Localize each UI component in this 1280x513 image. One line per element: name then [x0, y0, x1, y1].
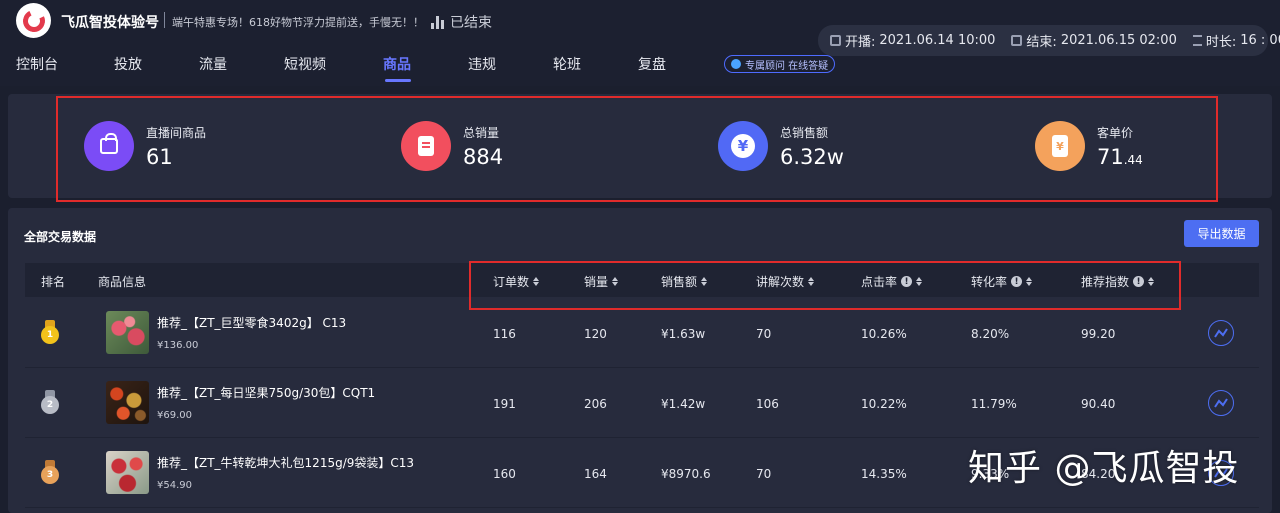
active-tab-indicator: [385, 79, 411, 82]
brand-logo-icon[interactable]: [16, 3, 51, 38]
product-price: ¥54.90: [157, 480, 192, 491]
product-thumbnail[interactable]: [106, 451, 149, 494]
explains-value: 70: [756, 467, 772, 481]
advisor-label: 专属顾问 在线答疑: [745, 60, 829, 72]
tab-shifts[interactable]: 轮班: [553, 54, 581, 74]
col-rank: 排名: [41, 275, 66, 289]
start-label: 开播:: [845, 35, 876, 50]
highlight-box: [56, 96, 1218, 202]
explains-value: 70: [756, 327, 772, 341]
calendar-icon: [830, 35, 841, 46]
revenue-value: ¥1.42w: [661, 397, 706, 411]
product-name[interactable]: 推荐_【ZT_每日坚果750g/30包】CQT1: [157, 384, 375, 401]
account-name: 飞瓜智投体验号: [61, 15, 159, 31]
ctr-value: 10.26%: [861, 327, 907, 341]
duration-value: 16 : 00: [1240, 33, 1280, 48]
duration-label: 时长:: [1205, 35, 1237, 50]
calendar-icon: [1011, 35, 1023, 46]
explains-value: 106: [756, 397, 779, 411]
chat-icon: [731, 59, 741, 69]
tab-ads[interactable]: 投放: [114, 54, 142, 74]
live-title: 端午特惠专场！618好物节浮力提前送，手慢无！！: [172, 16, 424, 29]
trend-chart-icon[interactable]: [1208, 390, 1234, 416]
main-nav: 控制台 投放 流量 短视频 商品 违规 轮班 复盘: [0, 52, 840, 86]
sales-value: 164: [584, 467, 607, 481]
bar-chart-icon: [431, 15, 444, 29]
hourglass-icon: [1192, 35, 1202, 46]
live-status-text: 已结束: [450, 15, 492, 31]
tab-console[interactable]: 控制台: [16, 54, 58, 74]
sales-value: 120: [584, 327, 607, 341]
bronze-medal-icon: 3: [41, 460, 59, 484]
cvr-value: 11.79%: [971, 397, 1017, 411]
score-value: 90.40: [1081, 397, 1116, 411]
gold-medal-icon: 1: [41, 320, 59, 344]
tab-violations[interactable]: 违规: [468, 54, 496, 74]
product-name[interactable]: 推荐_【ZT_巨型零食3402g】 C13: [157, 314, 346, 331]
end-time: 2021.06.15 02:00: [1060, 33, 1177, 48]
export-button[interactable]: 导出数据: [1184, 220, 1259, 247]
product-price: ¥136.00: [157, 340, 199, 351]
table-row[interactable]: 1 推荐_【ZT_巨型零食3402g】 C13 ¥136.00 116 120 …: [25, 298, 1259, 368]
product-name[interactable]: 推荐_【ZT_牛转乾坤大礼包1215g/9袋装】C13: [157, 454, 414, 471]
live-status: 已结束: [431, 12, 492, 32]
tab-short-video[interactable]: 短视频: [284, 54, 326, 74]
advisor-button[interactable]: 专属顾问 在线答疑: [724, 55, 836, 73]
live-time-info: 开播: 2021.06.14 10:00 结束: 2021.06.15 02:00 …: [818, 25, 1280, 56]
score-value: 99.20: [1081, 327, 1116, 341]
orders-value: 191: [493, 397, 516, 411]
product-thumbnail[interactable]: [106, 311, 149, 354]
orders-value: 160: [493, 467, 516, 481]
revenue-value: ¥8970.6: [661, 467, 711, 481]
end-label: 结束:: [1026, 35, 1057, 50]
ctr-value: 14.35%: [861, 467, 907, 481]
col-product-info: 商品信息: [98, 275, 147, 289]
product-price: ¥69.00: [157, 410, 192, 421]
product-thumbnail[interactable]: [106, 381, 149, 424]
ctr-value: 10.22%: [861, 397, 907, 411]
silver-medal-icon: 2: [41, 390, 59, 414]
orders-value: 116: [493, 327, 516, 341]
divider: [164, 12, 165, 28]
trend-chart-icon[interactable]: [1208, 320, 1234, 346]
tab-review[interactable]: 复盘: [638, 54, 666, 74]
start-time: 2021.06.14 10:00: [879, 33, 996, 48]
tab-traffic[interactable]: 流量: [199, 54, 227, 74]
table-row[interactable]: 2 推荐_【ZT_每日坚果750g/30包】CQT1 ¥69.00 191 20…: [25, 368, 1259, 438]
tab-products[interactable]: 商品: [383, 54, 411, 74]
section-title: 全部交易数据: [24, 230, 97, 244]
cvr-value: 8.20%: [971, 327, 1010, 341]
sales-value: 206: [584, 397, 607, 411]
watermark: 知乎 @飞瓜智投: [968, 448, 1240, 489]
revenue-value: ¥1.63w: [661, 327, 706, 341]
